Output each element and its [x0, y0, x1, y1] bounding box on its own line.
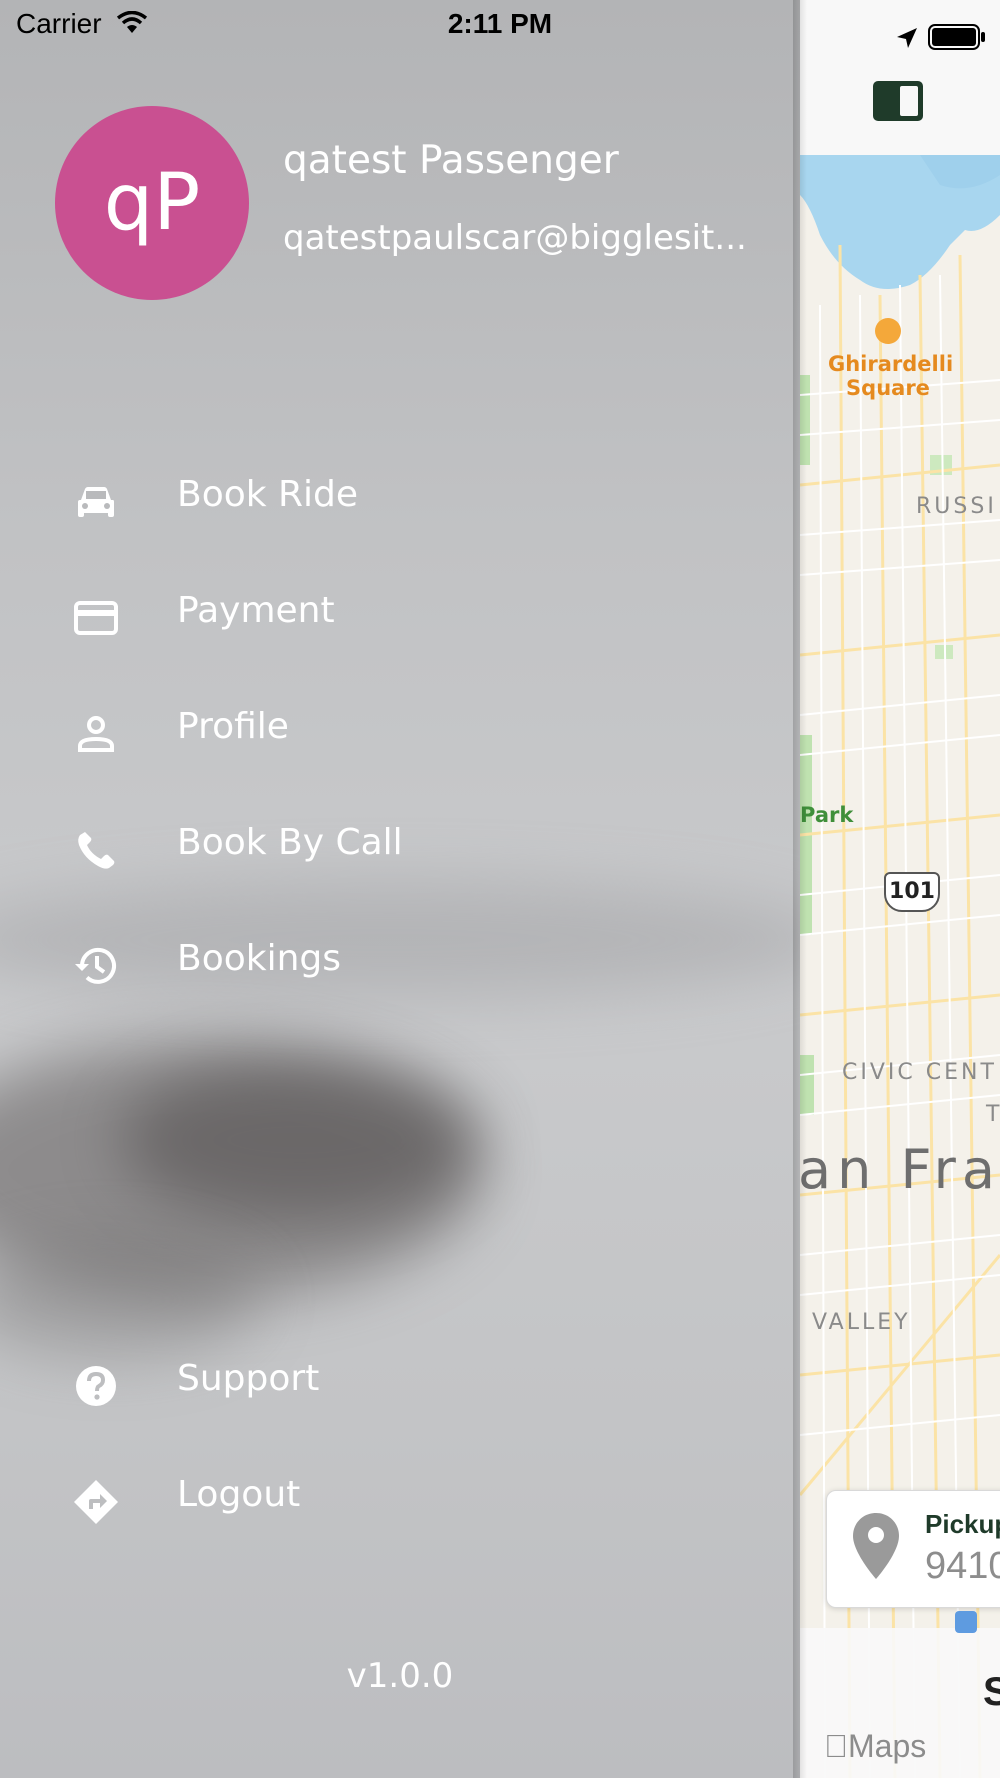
menu-item-profile[interactable]: Profile: [0, 682, 780, 782]
sidebar-toggle-icon[interactable]: [872, 80, 924, 122]
map-label-valley: VALLEY: [812, 1310, 911, 1335]
user-name: qatest Passenger: [283, 138, 619, 183]
map-label-civic-center: CIVIC CENT: [842, 1060, 997, 1085]
highway-101-shield: 101: [884, 872, 940, 912]
apple-logo-icon: : [824, 1728, 848, 1764]
pickup-address: 9410: [925, 1545, 1000, 1587]
credit-card-icon: [74, 601, 118, 635]
maps-attribution-text: Maps: [824, 1728, 926, 1764]
map-label-park: Park: [800, 803, 854, 827]
app-version: v1.0.0: [346, 1656, 454, 1696]
map-label-ghirardelli: Ghirardelli Square: [828, 352, 954, 400]
menu-label-profile: Profile: [177, 706, 289, 747]
map-label-ghirardelli-line1: Ghirardelli: [828, 352, 954, 376]
menu-label-book-by-call: Book By Call: [177, 822, 403, 863]
menu-label-payment: Payment: [177, 590, 335, 631]
help-icon: [76, 1366, 116, 1406]
drawer-shadow: [793, 0, 807, 1778]
location-pin-icon: [853, 1513, 899, 1579]
menu-item-book-ride[interactable]: Book Ride: [0, 450, 780, 550]
menu-label-book-ride: Book Ride: [177, 474, 359, 515]
maps-attribution: Maps: [824, 1728, 926, 1765]
navigation-drawer: Carrier qP qatest Passenger qatestpaulsc…: [0, 0, 800, 1778]
history-icon: [75, 947, 116, 984]
map-label-city: an Fra: [800, 1138, 1000, 1201]
menu-item-payment[interactable]: Payment: [0, 566, 780, 666]
bottom-sheet-title: S: [983, 1670, 1000, 1714]
transit-icon: [955, 1611, 977, 1633]
pickup-title: Pickup: [925, 1509, 1000, 1539]
car-icon: [78, 487, 114, 517]
avatar[interactable]: qP: [55, 106, 249, 300]
menu-label-support: Support: [177, 1358, 320, 1399]
status-time: 2:11 PM: [447, 8, 553, 39]
pickup-location-card[interactable]: Pickup 9410: [826, 1490, 1000, 1608]
menu-label-bookings: Bookings: [177, 938, 342, 979]
menu-label-logout: Logout: [177, 1474, 301, 1515]
phone-icon: [78, 832, 115, 869]
menu-item-bookings[interactable]: Bookings: [0, 914, 780, 1014]
menu-item-logout[interactable]: Logout: [0, 1450, 780, 1550]
bottom-sheet[interactable]: S Maps: [800, 1628, 1000, 1778]
user-email: qatestpaulscar@bigglesit...: [283, 218, 747, 258]
menu-item-book-by-call[interactable]: Book By Call: [0, 798, 780, 898]
map-label-t: T: [986, 1102, 1000, 1127]
directions-icon: [74, 1480, 118, 1524]
menu-item-support[interactable]: Support: [0, 1334, 780, 1434]
drawer-background-shape: [120, 1060, 480, 1220]
person-icon: [78, 716, 114, 752]
map-label-russian-hill: RUSSI: [916, 494, 997, 519]
map-label-ghirardelli-line2: Square: [846, 376, 930, 400]
